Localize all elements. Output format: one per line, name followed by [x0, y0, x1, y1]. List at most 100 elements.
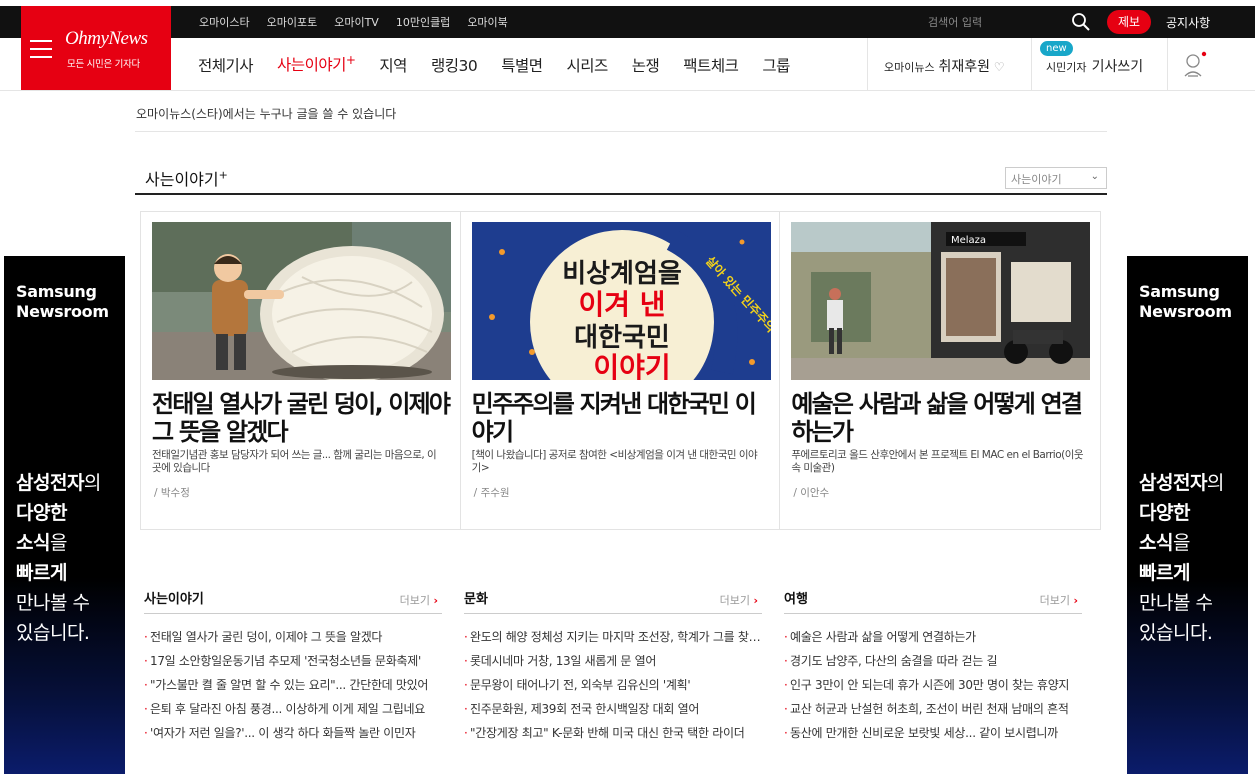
report-button[interactable]: 제보 [1107, 10, 1151, 34]
article-list: 완도의 해양 정체성 지키는 마지막 조선장, 학계가 그를 찾는 이유 롯데시… [464, 628, 762, 748]
main-nav: 전체기사 사는이야기+ 지역 랭킹30 특별면 시리즈 논쟁 팩트체크 그룹 오… [0, 38, 1255, 91]
sponsor-button[interactable]: 오마이뉴스 취재후원 ♡ [884, 56, 1005, 76]
ad-line: 삼성전자의 [1139, 472, 1224, 494]
section-title-mark: + [218, 168, 228, 182]
list-item[interactable]: 경기도 남양주, 다산의 숨결을 따라 걷는 길 [784, 652, 1082, 676]
more-link[interactable]: 더보기 › [400, 592, 438, 608]
nav-region[interactable]: 지역 [379, 54, 407, 76]
article-summary: [책이 나왔습니다] 공저로 참여한 <비상계엄을 이겨 낸 대한국민 이야기> [471, 449, 758, 474]
category-column-travel: 여행 더보기 › 예술은 사람과 삶을 어떻게 연결하는가 경기도 남양주, 다… [784, 588, 1082, 748]
article-summary: 푸에르토리코 올드 산후안에서 본 프로젝트 El MAC en el Barr… [791, 449, 1084, 474]
category-header: 여행 더보기 › [784, 588, 1082, 614]
samsung-newsroom-ad-right[interactable]: Samsung Newsroom 삼성전자의 다양한 소식을 빠르게 만나볼 수… [1127, 256, 1248, 774]
ad-brand-line: Newsroom [16, 302, 109, 321]
list-item[interactable]: 예술은 사람과 삶을 어떻게 연결하는가 [784, 628, 1082, 652]
article-card[interactable]: Melaza 예술은 사람과 삶을 어떻게 연결하는가 푸에르토리코 올드 산후… [780, 212, 1100, 529]
article-title[interactable]: 민주주의를 지켜낸 대한국민 이야기 [472, 390, 774, 446]
list-item[interactable]: 동산에 만개한 신비로운 보랏빛 세상... 같이 보시렵니까 [784, 724, 1082, 748]
list-item[interactable]: 롯데시네마 거창, 13일 새롭게 문 열어 [464, 652, 762, 676]
article-thumbnail[interactable] [152, 222, 451, 380]
nav-life-stories-label: 사는이야기 [277, 56, 346, 75]
article-summary: 전태일기념관 홍보 담당자가 되어 쓰는 글... 함께 굴리는 마음으로, 이… [152, 449, 437, 474]
sponsor-label: 취재후원 [938, 59, 990, 75]
book-cover-line: 이겨 낸 [578, 288, 665, 321]
nav-special[interactable]: 특별면 [501, 54, 543, 76]
nav-debate[interactable]: 논쟁 [632, 54, 660, 76]
article-author: / 이안수 [793, 487, 830, 499]
category-title[interactable]: 여행 [784, 592, 808, 607]
link-ohmystar[interactable]: 오마이스타 [199, 14, 250, 30]
category-title[interactable]: 문화 [464, 592, 488, 607]
divider [135, 131, 1107, 132]
section-select[interactable]: 사는이야기 ⌄ [1005, 167, 1107, 189]
list-item[interactable]: 은퇴 후 달라진 아침 풍경... 이상하게 이게 제일 그립네요 [144, 700, 442, 724]
new-badge: new [1040, 41, 1073, 56]
nav-divider [1031, 38, 1032, 91]
ad-line: 소식을 [1139, 532, 1190, 554]
more-link-label: 더보기 [1039, 594, 1070, 607]
book-cover-line: 이야기 [593, 351, 670, 380]
search-input[interactable]: 검색어 입력 [928, 14, 982, 30]
nav-ranking[interactable]: 랭킹30 [431, 54, 478, 76]
article-title[interactable]: 예술은 사람과 삶을 어떻게 연결하는가 [791, 390, 1093, 446]
more-link[interactable]: 더보기 › [720, 592, 758, 608]
list-item[interactable]: 완도의 해양 정체성 지키는 마지막 조선장, 학계가 그를 찾는 이유 [464, 628, 762, 652]
list-item[interactable]: 전태일 열사가 굴린 덩이, 이제야 그 뜻을 알겠다 [144, 628, 442, 652]
ad-message: 삼성전자의 다양한 소식을 빠르게 만나볼 수 있습니다. [16, 468, 101, 648]
shop-sign: Melaza [951, 235, 986, 246]
write-article-button[interactable]: 시민기자 기사쓰기 [1046, 56, 1143, 76]
article-thumbnail[interactable]: Melaza [791, 222, 1091, 380]
article-list: 예술은 사람과 삶을 어떻게 연결하는가 경기도 남양주, 다산의 숨결을 따라… [784, 628, 1082, 748]
category-title[interactable]: 사는이야기 [144, 592, 204, 607]
article-card[interactable]: 전태일 열사가 굴린 덩이, 이제야 그 뜻을 알겠다 전태일기념관 홍보 담당… [141, 212, 461, 529]
nav-series[interactable]: 시리즈 [566, 54, 608, 76]
list-item[interactable]: '여자가 저런 일을?'... 이 생각 하다 화들짝 놀란 이민자 [144, 724, 442, 748]
ad-line: 다양한 [1139, 502, 1190, 524]
category-header: 문화 더보기 › [464, 588, 762, 614]
ad-line: 빠르게 [16, 562, 67, 584]
search-icon[interactable] [1071, 12, 1091, 32]
sponsor-prefix: 오마이뉴스 [884, 61, 935, 74]
list-item[interactable]: "가스불만 켤 줄 알면 할 수 있는 요리"... 간단한데 맛있어 [144, 676, 442, 700]
writer-label: 기사쓰기 [1091, 59, 1144, 75]
article-card[interactable]: 살아 있는 민주주의 교과서 비상계엄을 이겨 낸 대한국민 이야기 민주주의를… [461, 212, 781, 529]
article-title[interactable]: 전태일 열사가 굴린 덩이, 이제야 그 뜻을 알겠다 [152, 390, 454, 446]
nav-life-stories[interactable]: 사는이야기+ [277, 53, 356, 75]
article-thumbnail[interactable]: 살아 있는 민주주의 교과서 비상계엄을 이겨 낸 대한국민 이야기 [471, 222, 771, 380]
ad-line: 다양한 [16, 502, 67, 524]
user-icon[interactable] [1182, 51, 1208, 79]
list-item[interactable]: 인구 3만이 안 되는데 휴가 시즌에 30만 명이 찾는 휴양지 [784, 676, 1082, 700]
top-bar: 오마이스타 오마이포토 오마이TV 10만인클럽 오마이북 검색어 입력 제보 … [0, 6, 1255, 38]
nav-all-articles[interactable]: 전체기사 [198, 54, 254, 76]
list-item[interactable]: 진주문화원, 제39회 전국 한시백일장 대회 열어 [464, 700, 762, 724]
nav-active-plus: + [345, 53, 356, 68]
nav-factcheck[interactable]: 팩트체크 [683, 54, 739, 76]
category-column-culture: 문화 더보기 › 완도의 해양 정체성 지키는 마지막 조선장, 학계가 그를 … [464, 588, 762, 748]
link-ohmytv[interactable]: 오마이TV [334, 14, 379, 30]
ad-brand-line: Samsung [16, 282, 97, 301]
ad-brand-line: Newsroom [1139, 302, 1232, 321]
nav-group[interactable]: 그룹 [762, 54, 790, 76]
link-ohmyphoto[interactable]: 오마이포토 [267, 14, 318, 30]
list-item[interactable]: 17일 소안항일운동기념 추모제 '전국청소년들 문화축제' [144, 652, 442, 676]
link-100k-club[interactable]: 10만인클럽 [396, 14, 450, 30]
list-item[interactable]: 문무왕이 태어나기 전, 외숙부 김유신의 '계획' [464, 676, 762, 700]
featured-articles: 전태일 열사가 굴린 덩이, 이제야 그 뜻을 알겠다 전태일기념관 홍보 담당… [140, 211, 1101, 530]
ad-line: 삼성전자의 [16, 472, 101, 494]
samsung-newsroom-ad-left[interactable]: Samsung Newsroom 삼성전자의 다양한 소식을 빠르게 만나볼 수… [4, 256, 125, 774]
category-column-life: 사는이야기 더보기 › 전태일 열사가 굴린 덩이, 이제야 그 뜻을 알겠다 … [144, 588, 442, 748]
ad-message: 삼성전자의 다양한 소식을 빠르게 만나볼 수 있습니다. [1139, 468, 1224, 648]
chevron-right-icon: › [433, 594, 438, 607]
ad-line: 소식을 [16, 532, 67, 554]
list-item[interactable]: "간장게장 최고" K-문화 반해 미국 대신 한국 택한 라이더 [464, 724, 762, 748]
service-links: 오마이스타 오마이포토 오마이TV 10만인클럽 오마이북 [199, 6, 508, 38]
article-author: / 박수정 [154, 487, 190, 499]
more-link[interactable]: 더보기 › [1040, 592, 1078, 608]
more-link-label: 더보기 [399, 594, 430, 607]
article-author: / 주수원 [473, 487, 510, 499]
list-item[interactable]: 교산 허균과 난설헌 허초희, 조선이 버린 천재 남매의 흔적 [784, 700, 1082, 724]
nav-divider [1167, 38, 1168, 91]
ad-brand: Samsung Newsroom [16, 282, 109, 322]
notice-link[interactable]: 공지사항 [1166, 14, 1210, 31]
link-ohmybook[interactable]: 오마이북 [467, 14, 507, 30]
